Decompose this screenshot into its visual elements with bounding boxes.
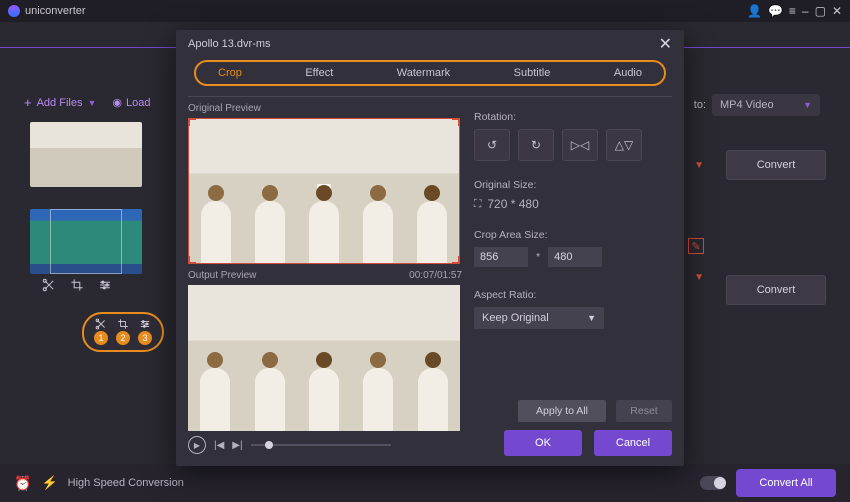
flip-horizontal-button[interactable]: ▷◁ — [562, 129, 598, 161]
chevron-down-icon: ▼ — [803, 100, 812, 110]
bottom-bar: ⏰ ⚡ High Speed Conversion Convert All — [0, 464, 850, 502]
tab-subtitle[interactable]: Subtitle — [514, 67, 551, 79]
app-logo-icon — [8, 5, 20, 17]
crop-icon[interactable] — [70, 278, 84, 292]
tab-divider — [188, 96, 672, 97]
brand: uniconverter — [8, 5, 86, 17]
crop-height-input[interactable]: 480 — [548, 247, 602, 267]
media-thumbnail[interactable] — [30, 122, 142, 187]
reset-button[interactable]: Reset — [616, 400, 672, 422]
add-files-label: Add Files — [37, 97, 83, 109]
edit-tools-callout: 1 2 3 — [82, 312, 164, 352]
original-preview-label: Original Preview — [188, 103, 462, 114]
crop-icon[interactable] — [116, 318, 130, 330]
tab-audio[interactable]: Audio — [614, 67, 642, 79]
add-files-button[interactable]: + Add Files ▼ — [24, 95, 96, 110]
output-format-value: MP4 Video — [720, 99, 774, 111]
plus-icon: + — [24, 95, 32, 110]
crop-editor-dialog: Apollo 13.dvr-ms ✕ Crop Effect Watermark… — [176, 30, 684, 466]
crop-area-label: Crop Area Size: — [474, 229, 672, 241]
edit-tools-row — [42, 278, 150, 292]
close-icon[interactable]: ✕ — [659, 34, 672, 54]
tab-crop[interactable]: Crop — [218, 67, 242, 79]
media-thumbnail[interactable] — [30, 209, 142, 274]
aspect-ratio-label: Aspect Ratio: — [474, 289, 672, 301]
callout-num: 3 — [138, 331, 152, 345]
rotate-cw-button[interactable]: ↻ — [518, 129, 554, 161]
timecode: 00:07/01:57 — [409, 270, 462, 281]
original-size-value: 720 * 480 — [487, 197, 538, 211]
convert-button[interactable]: Convert — [726, 275, 826, 305]
dialog-title: Apollo 13.dvr-ms — [188, 38, 271, 50]
output-preview-label: Output Preview — [188, 270, 256, 281]
convert-button[interactable]: Convert — [726, 150, 826, 180]
editor-tabs: Crop Effect Watermark Subtitle Audio — [194, 60, 666, 86]
flip-vertical-button[interactable]: △▽ — [606, 129, 642, 161]
chat-icon[interactable]: 💬 — [768, 4, 783, 18]
tab-effect[interactable]: Effect — [305, 67, 333, 79]
seek-bar[interactable] — [251, 444, 391, 446]
aspect-ratio-select[interactable]: Keep Original ▼ — [474, 307, 604, 329]
convert-column: Convert Convert — [726, 150, 826, 305]
load-button[interactable]: ◉ Load — [112, 96, 150, 109]
crop-handle-icon[interactable] — [452, 118, 460, 126]
apply-to-all-button[interactable]: Apply to All — [518, 400, 606, 422]
original-preview[interactable] — [188, 118, 460, 264]
remove-item-icon[interactable]: ✎ — [688, 238, 704, 254]
crop-handle-icon[interactable] — [188, 118, 196, 126]
toolbar: + Add Files ▼ ◉ Load — [24, 95, 150, 110]
format-chevron-icon[interactable]: ▼ — [694, 160, 704, 171]
app-name: uniconverter — [25, 5, 86, 17]
minimize-button[interactable]: – — [802, 4, 809, 18]
output-format-row: to: MP4 Video ▼ — [694, 94, 820, 116]
rotate-ccw-button[interactable]: ↺ — [474, 129, 510, 161]
merge-toggle[interactable] — [700, 476, 726, 490]
adjust-icon[interactable] — [138, 318, 152, 330]
menu-icon[interactable]: ≡ — [789, 4, 796, 18]
trim-icon[interactable] — [94, 318, 108, 330]
high-speed-label: High Speed Conversion — [68, 477, 184, 489]
cancel-button[interactable]: Cancel — [594, 430, 672, 456]
maximize-button[interactable]: ▢ — [815, 4, 826, 18]
aspect-ratio-value: Keep Original — [482, 312, 549, 324]
convert-all-button[interactable]: Convert All — [736, 469, 836, 497]
playback-row: ▶ |◀ ▶| — [188, 436, 391, 454]
tab-watermark[interactable]: Watermark — [397, 67, 450, 79]
output-to-label: to: — [694, 99, 706, 111]
output-preview — [188, 285, 460, 431]
prev-frame-icon[interactable]: |◀ — [214, 440, 224, 451]
callout-num: 2 — [116, 331, 130, 345]
rotation-label: Rotation: — [474, 111, 672, 123]
times-symbol: * — [536, 251, 540, 263]
output-format-select[interactable]: MP4 Video ▼ — [712, 94, 820, 116]
original-size-label: Original Size: — [474, 179, 672, 191]
format-chevron-icon[interactable]: ▼ — [694, 272, 704, 283]
next-frame-icon[interactable]: ▶| — [232, 440, 242, 451]
clock-icon[interactable]: ⏰ — [14, 475, 31, 492]
close-button[interactable]: ✕ — [832, 4, 842, 18]
adjust-icon[interactable] — [98, 278, 112, 292]
callout-num: 1 — [94, 331, 108, 345]
media-list: 1 2 3 — [30, 122, 150, 302]
title-bar: uniconverter 👤 💬 ≡ – ▢ ✕ — [0, 0, 850, 22]
disc-icon: ◉ — [112, 96, 122, 109]
chevron-down-icon: ▼ — [587, 313, 596, 323]
crop-width-input[interactable]: 856 — [474, 247, 528, 267]
load-label: Load — [126, 97, 150, 109]
trim-icon[interactable] — [42, 278, 56, 292]
play-icon[interactable]: ▶ — [188, 436, 206, 454]
ok-button[interactable]: OK — [504, 430, 582, 456]
chevron-down-icon[interactable]: ▼ — [87, 98, 96, 108]
expand-icon: ⛶ — [474, 198, 481, 211]
bolt-icon: ⚡ — [41, 475, 57, 491]
profile-icon[interactable]: 👤 — [747, 4, 762, 18]
